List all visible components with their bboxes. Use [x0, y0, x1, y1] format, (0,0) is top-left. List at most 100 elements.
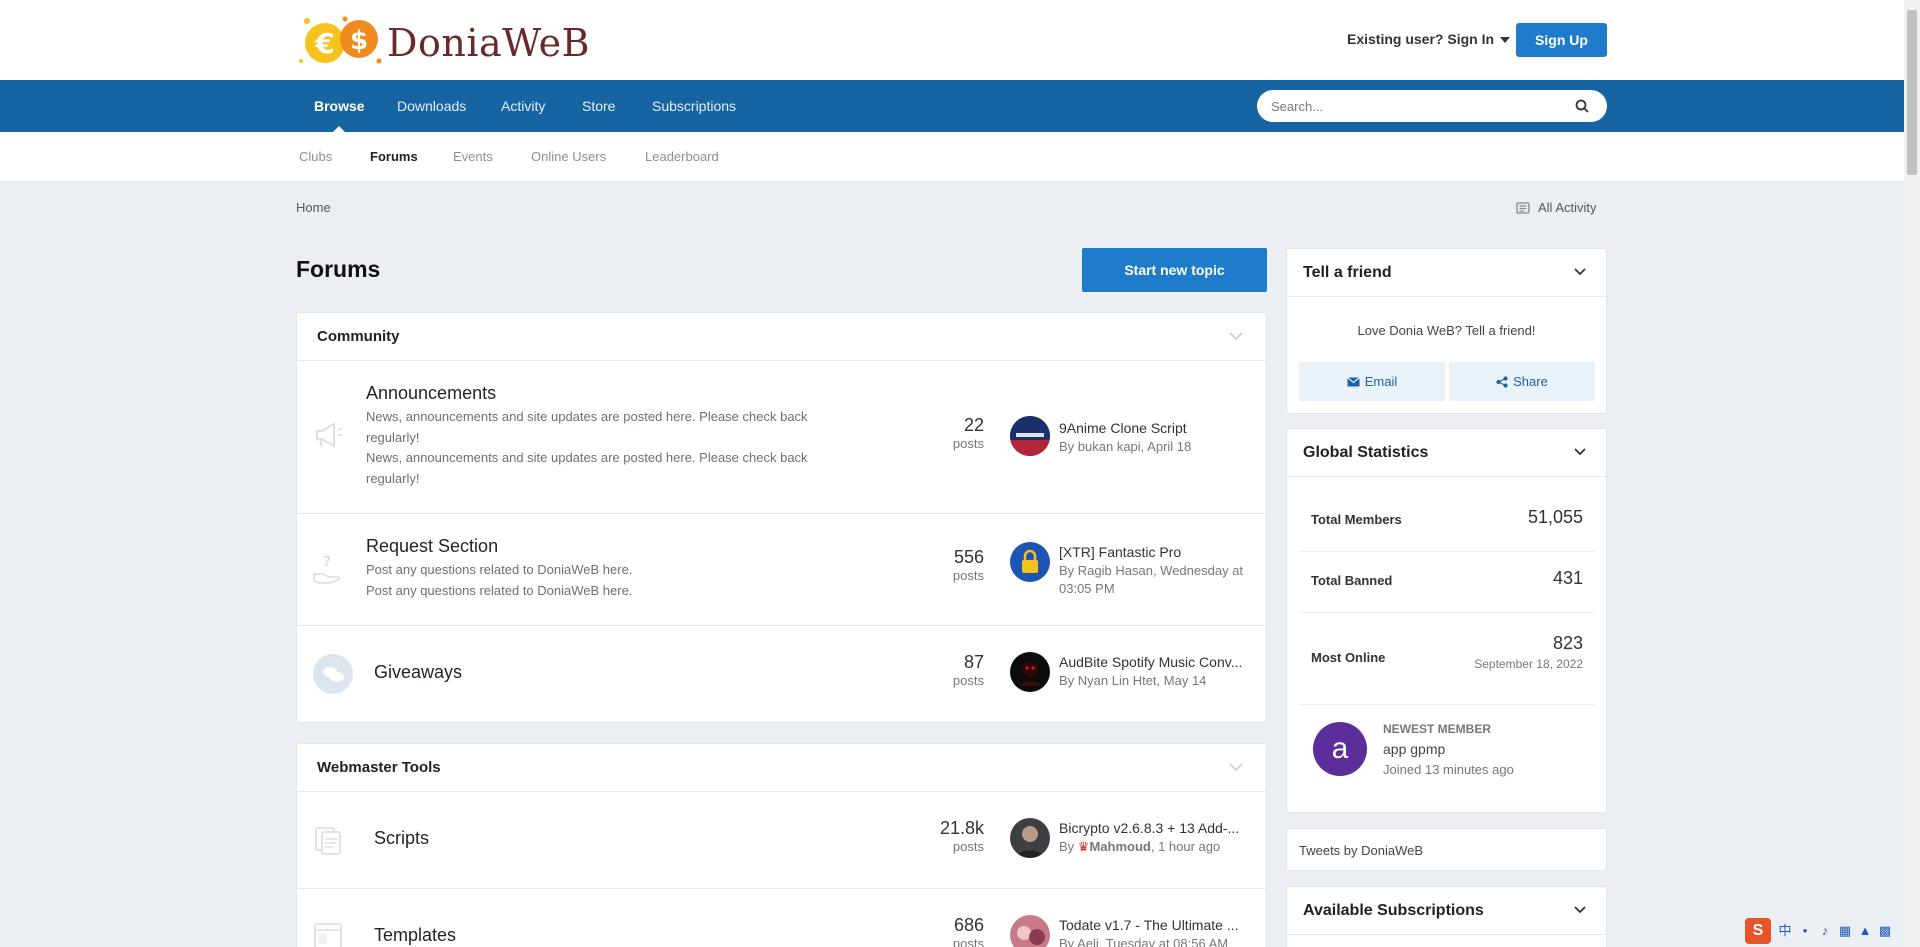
avatar-image	[1010, 652, 1050, 692]
category-header: Webmaster Tools	[297, 744, 1266, 792]
svg-text:?: ?	[323, 554, 331, 570]
last-post-title[interactable]: Bicrypto v2.6.8.3 + 13 Add-...	[1059, 820, 1259, 836]
widget-global-statistics: Global Statistics Total Members 51,055 T…	[1286, 428, 1607, 813]
post-count: 686 posts	[894, 914, 984, 947]
chevron-down-icon[interactable]	[1574, 268, 1586, 276]
post-count: 22 posts	[894, 414, 984, 452]
main-nav: Browse Downloads Activity Store Subscrip…	[0, 80, 1904, 132]
avatar[interactable]	[1010, 416, 1050, 456]
last-post-meta: By Aeli, Tuesday at 08:56 AM	[1059, 936, 1229, 947]
sign-in-dropdown[interactable]: Existing user? Sign In	[1347, 31, 1511, 47]
megaphone-icon	[316, 422, 343, 448]
stat-value: 823	[1552, 633, 1583, 653]
post-count: 556 posts	[894, 546, 984, 584]
scrollbar-thumb[interactable]	[1907, 10, 1917, 175]
subnav-events[interactable]: Events	[453, 132, 493, 182]
svg-text:$: $	[350, 26, 368, 56]
forum-title-giveaways[interactable]: Giveaways	[374, 662, 462, 683]
skin-icon[interactable]: ▲	[1857, 923, 1873, 939]
forum-title-templates[interactable]: Templates	[374, 925, 456, 946]
widget-tell-a-friend: Tell a friend Love Donia WeB? Tell a fri…	[1286, 248, 1607, 414]
post-count-label: posts	[952, 936, 984, 947]
caret-down-icon	[1500, 37, 1511, 44]
avatar-image	[1010, 915, 1050, 947]
avatar-image	[1010, 416, 1050, 456]
stat-label: Total Banned	[1311, 573, 1393, 588]
subnav-leaderboard[interactable]: Leaderboard	[645, 132, 719, 182]
search-box	[1257, 90, 1607, 122]
subnav-clubs[interactable]: Clubs	[299, 132, 332, 182]
nav-browse[interactable]: Browse	[314, 80, 365, 132]
nav-downloads[interactable]: Downloads	[397, 80, 466, 132]
tell-a-friend-text: Love Donia WeB? Tell a friend!	[1357, 323, 1536, 338]
chevron-down-icon[interactable]	[1228, 761, 1244, 773]
subnav-forums[interactable]: Forums	[370, 132, 418, 182]
search-input[interactable]	[1271, 90, 1561, 122]
page-scrollbar[interactable]	[1904, 0, 1920, 947]
grid-icon[interactable]: ▩	[1877, 923, 1893, 939]
post-count: 87 posts	[894, 651, 984, 689]
widget-title: Global Statistics	[1303, 444, 1429, 461]
forum-description: Post any questions related to DoniaWeB h…	[366, 562, 633, 577]
widget-header: Available Subscriptions	[1287, 887, 1606, 935]
newspaper-icon	[1516, 202, 1530, 214]
widget-available-subscriptions: Available Subscriptions	[1286, 886, 1607, 947]
search-icon[interactable]	[1575, 99, 1589, 113]
ime-lang-icon[interactable]: 中	[1777, 923, 1793, 939]
forum-title-scripts[interactable]: Scripts	[374, 828, 429, 849]
nav-subscriptions[interactable]: Subscriptions	[652, 80, 736, 132]
site-logo[interactable]: € $ DoniaWeB	[297, 13, 590, 67]
svg-text:€: €	[314, 27, 334, 60]
avatar[interactable]	[1010, 652, 1050, 692]
subnav-online-users[interactable]: Online Users	[531, 132, 606, 182]
email-label: Email	[1364, 374, 1398, 389]
forum-row: Scripts 21.8k posts Bicrypto v2.6.8.3 + …	[297, 792, 1266, 889]
tweets-link[interactable]: Tweets by DoniaWeB	[1299, 843, 1423, 858]
ime-logo-icon[interactable]: S	[1745, 918, 1771, 944]
ime-punct-icon[interactable]: •	[1797, 923, 1813, 939]
category-webmaster-tools: Webmaster Tools Scripts 21.8k posts Bicr…	[296, 743, 1267, 947]
logo-wordmark: DoniaWeB	[387, 21, 590, 65]
start-new-topic-button[interactable]: Start new topic	[1082, 248, 1267, 292]
newest-member-avatar[interactable]: a	[1313, 722, 1367, 776]
avatar[interactable]	[1010, 542, 1050, 582]
keyboard-icon[interactable]: ▦	[1837, 923, 1853, 939]
sub-nav: Clubs Forums Events Online Users Leaderb…	[0, 132, 1904, 182]
newest-member-name[interactable]: app gpmp	[1383, 741, 1445, 757]
all-activity-link[interactable]: All Activity	[1516, 200, 1597, 215]
chevron-down-icon[interactable]	[1228, 330, 1244, 342]
avatar[interactable]	[1010, 818, 1050, 858]
newest-member-joined: Joined 13 minutes ago	[1383, 762, 1514, 777]
widget-title: Available Subscriptions	[1303, 902, 1484, 919]
stat-value: 431	[1552, 568, 1583, 588]
last-post-title[interactable]: [XTR] Fantastic Pro	[1059, 544, 1259, 560]
stat-total-members: Total Members 51,055	[1299, 491, 1595, 552]
avatar[interactable]	[1010, 915, 1050, 947]
forum-title-announcements[interactable]: Announcements	[366, 383, 496, 404]
chevron-down-icon[interactable]	[1574, 906, 1586, 914]
site-header: € $ DoniaWeB Existing user? Sign In Sign…	[0, 0, 1904, 80]
stat-label: Most Online	[1311, 650, 1386, 665]
last-post-title[interactable]: Todate v1.7 - The Ultimate ...	[1059, 917, 1259, 933]
share-label: Share	[1513, 374, 1548, 389]
forum-title-request-section[interactable]: Request Section	[366, 536, 498, 557]
share-button[interactable]: Share	[1449, 362, 1595, 401]
forum-description: News, announcements and site updates are…	[366, 409, 808, 445]
last-post-user[interactable]: Mahmoud	[1089, 839, 1150, 854]
sign-up-button[interactable]: Sign Up	[1516, 23, 1607, 57]
breadcrumb-home[interactable]: Home	[296, 200, 331, 215]
email-button[interactable]: Email	[1299, 362, 1445, 401]
nav-activity[interactable]: Activity	[501, 80, 545, 132]
chat-bubbles-icon	[313, 654, 353, 694]
widget-tweets: Tweets by DoniaWeB	[1286, 828, 1607, 871]
category-title: Community	[317, 328, 400, 345]
last-post-title[interactable]: AudBite Spotify Music Conv...	[1059, 654, 1259, 670]
post-count-label: posts	[952, 673, 984, 688]
last-post-title[interactable]: 9Anime Clone Script	[1059, 420, 1259, 436]
hand-question-icon: ?	[313, 554, 340, 584]
nav-store[interactable]: Store	[582, 80, 615, 132]
category-community: Community Announcements News, announceme…	[296, 312, 1267, 723]
chevron-down-icon[interactable]	[1574, 448, 1586, 456]
script-files-icon	[315, 827, 341, 855]
microphone-icon[interactable]: ♪	[1817, 923, 1833, 939]
